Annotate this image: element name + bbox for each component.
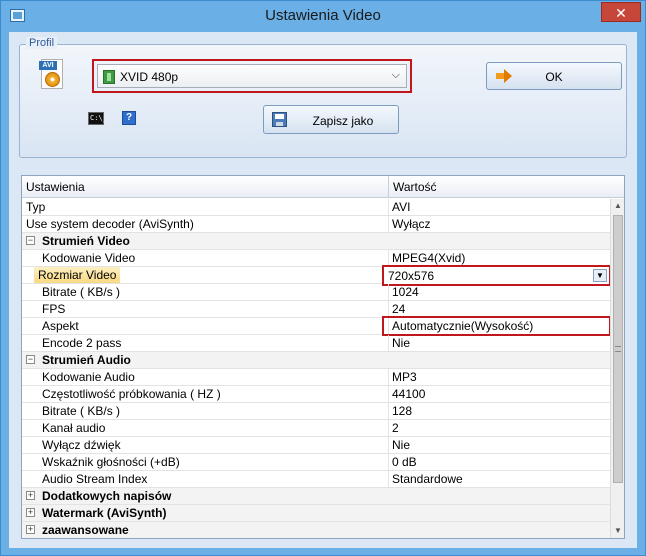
table-row[interactable]: Wyłącz dźwięk Nie [22, 437, 610, 454]
row-name: Bitrate ( KB/s ) [42, 404, 121, 418]
row-name: Use system decoder (AviSynth) [26, 217, 194, 231]
avi-tag: AVI [39, 61, 57, 70]
row-value: AVI [392, 200, 411, 214]
profile-dropdown[interactable]: XVID 480p ⌵ [92, 59, 412, 93]
row-name: Częstotliwość próbkowania ( HZ ) [42, 387, 221, 401]
category-watermark[interactable]: + Watermark (AviSynth) [22, 505, 610, 522]
row-value: 0 dB [392, 455, 417, 469]
expand-icon[interactable]: + [26, 508, 35, 517]
scroll-down-icon[interactable]: ▼ [611, 524, 624, 538]
table-row[interactable]: Bitrate ( KB/s ) 1024 [22, 284, 610, 301]
row-name: Wyłącz dźwięk [42, 438, 121, 452]
row-value: MP3 [392, 370, 417, 384]
row-value: 128 [392, 404, 413, 418]
row-name: FPS [42, 302, 66, 316]
table-row[interactable]: Wskaźnik głośności (+dB) 0 dB [22, 454, 610, 471]
grid-rows: Typ AVI Use system decoder (AviSynth) Wy… [22, 199, 611, 538]
row-value: Wyłącz [392, 217, 431, 231]
chevron-down-icon: ⌵ [391, 69, 400, 81]
save-as-label: Zapisz jako [312, 114, 374, 128]
expand-icon[interactable]: + [26, 491, 35, 500]
row-name: Kodowanie Audio [42, 370, 135, 384]
row-name: Typ [26, 200, 46, 214]
table-row[interactable]: Kanał audio 2 [22, 420, 610, 437]
window-title: Ustawienia Video [265, 7, 381, 24]
category-advanced[interactable]: + zaawansowane [22, 522, 610, 538]
grid-scrollbar[interactable]: ▲ ▼ [610, 199, 624, 538]
category-label: Watermark (AviSynth) [42, 506, 167, 520]
column-header-settings[interactable]: Ustawienia [26, 180, 85, 194]
row-value: 1024 [392, 285, 419, 299]
row-value: Nie [392, 336, 411, 350]
expand-icon[interactable]: + [26, 525, 35, 534]
scroll-thumb[interactable] [613, 215, 623, 483]
settings-window: Ustawienia Video ✕ Profil AVI XVID 480p … [0, 0, 646, 556]
table-row[interactable]: Częstotliwość próbkowania ( HZ ) 44100 [22, 386, 610, 403]
table-row-selected[interactable]: Rozmiar Video 720x576 ▼ [22, 265, 611, 286]
help-icon[interactable]: ? [122, 111, 136, 125]
chevron-down-icon[interactable]: ▼ [593, 269, 607, 282]
category-label: Strumień Audio [42, 353, 131, 367]
row-name: Kanał audio [42, 421, 106, 435]
command-line-icon[interactable]: C:\_ [88, 112, 107, 125]
film-icon [103, 70, 115, 84]
row-value: Standardowe [392, 472, 463, 486]
profile-selected-value: XVID 480p [120, 70, 179, 84]
title-bar: Ustawienia Video ✕ [1, 1, 645, 32]
row-name: Audio Stream Index [42, 472, 148, 486]
row-name: Bitrate ( KB/s ) [42, 285, 121, 299]
ok-button-label: OK [545, 70, 563, 84]
table-row[interactable]: Aspekt Automatycznie(Wysokość) [22, 316, 611, 336]
row-value: Nie [392, 438, 411, 452]
row-name: Rozmiar Video [34, 267, 121, 283]
category-audio-stream[interactable]: − Strumień Audio [22, 352, 610, 369]
category-subtitles[interactable]: + Dodatkowych napisów [22, 488, 610, 505]
close-button[interactable]: ✕ [601, 2, 641, 22]
row-value: 24 [392, 302, 406, 316]
table-row[interactable]: Use system decoder (AviSynth) Wyłącz [22, 216, 610, 233]
table-row[interactable]: Kodowanie Audio MP3 [22, 369, 610, 386]
row-value: 2 [392, 421, 399, 435]
row-name: Encode 2 pass [42, 336, 122, 350]
collapse-icon[interactable]: − [26, 236, 35, 245]
category-label: Strumień Video [42, 234, 130, 248]
column-header-value[interactable]: Wartość [393, 180, 437, 194]
aspect-highlight [382, 316, 611, 336]
category-video-stream[interactable]: − Strumień Video [22, 233, 610, 250]
table-row[interactable]: Audio Stream Index Standardowe [22, 471, 610, 488]
settings-grid: Ustawienia Wartość Typ AVI Use system de… [21, 175, 625, 539]
row-value: MPEG4(Xvid) [392, 251, 466, 265]
row-name: Wskaźnik głośności (+dB) [42, 455, 180, 469]
profile-group-label: Profil [26, 37, 58, 49]
video-size-editor[interactable]: 720x576 ▼ [382, 265, 611, 286]
dialog-client: Profil AVI XVID 480p ⌵ OK C:\_ ? Zapisz … [9, 32, 637, 548]
floppy-disk-icon [272, 112, 287, 127]
collapse-icon[interactable]: − [26, 355, 35, 364]
row-name: Aspekt [42, 319, 79, 333]
table-row[interactable]: Encode 2 pass Nie [22, 335, 610, 352]
category-label: zaawansowane [42, 523, 129, 537]
row-value: 44100 [392, 387, 426, 401]
ok-button[interactable]: OK [486, 62, 622, 90]
video-size-value: 720x576 [388, 269, 435, 283]
table-row[interactable]: Typ AVI [22, 199, 610, 216]
table-row[interactable]: Bitrate ( KB/s ) 128 [22, 403, 610, 420]
row-name: Kodowanie Video [42, 251, 136, 265]
grid-header: Ustawienia Wartość [22, 176, 624, 198]
save-as-button[interactable]: Zapisz jako [263, 105, 399, 134]
avi-file-icon: AVI [39, 57, 65, 91]
profile-group: Profil AVI XVID 480p ⌵ OK C:\_ ? Zapisz … [19, 37, 627, 158]
scroll-up-icon[interactable]: ▲ [611, 199, 624, 213]
category-label: Dodatkowych napisów [42, 489, 172, 503]
